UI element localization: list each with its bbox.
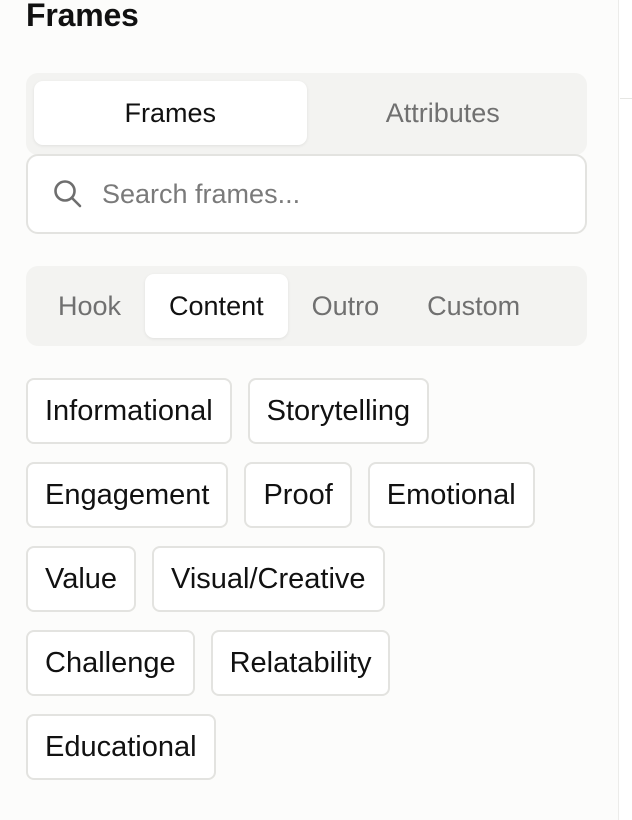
- frame-chip-storytelling[interactable]: Storytelling: [247, 378, 430, 444]
- tab-frames[interactable]: Frames: [34, 81, 307, 145]
- frame-chip-engagement[interactable]: Engagement: [26, 462, 229, 528]
- search-input[interactable]: [100, 177, 544, 211]
- tab-hook[interactable]: Hook: [34, 274, 145, 338]
- frame-chip-challenge[interactable]: Challenge: [26, 630, 195, 696]
- tab-attributes[interactable]: Attributes: [307, 81, 580, 145]
- tab-content-label: Content: [169, 290, 264, 321]
- search-icon: [48, 174, 88, 214]
- tab-attributes-label: Attributes: [385, 97, 500, 128]
- tab-content[interactable]: Content: [145, 274, 288, 338]
- chip-row: Challenge Relatability: [26, 630, 596, 696]
- frame-chip-proof[interactable]: Proof: [244, 462, 352, 528]
- divider: [620, 98, 632, 99]
- frame-chip-educational[interactable]: Educational: [26, 714, 216, 780]
- tab-custom[interactable]: Custom: [403, 274, 544, 338]
- chip-row: Informational Storytelling: [26, 378, 596, 444]
- frames-panel: Frames Frames Attributes Hook Content Ou…: [0, 0, 619, 820]
- frame-chip-list: Informational Storytelling Engagement Pr…: [26, 378, 596, 798]
- chip-row: Value Visual/Creative: [26, 546, 596, 612]
- category-tab-group: Hook Content Outro Custom: [26, 266, 587, 346]
- chip-row: Engagement Proof Emotional: [26, 462, 596, 528]
- frame-chip-emotional[interactable]: Emotional: [367, 462, 535, 528]
- frame-chip-value[interactable]: Value: [26, 546, 137, 612]
- panel-title: Frames: [26, 0, 139, 33]
- tab-custom-label: Custom: [427, 290, 521, 321]
- tab-outro-label: Outro: [311, 290, 380, 321]
- chip-row: Educational: [26, 714, 596, 780]
- tab-hook-label: Hook: [58, 290, 122, 321]
- frame-chip-visual-creative[interactable]: Visual/Creative: [152, 546, 385, 612]
- frame-chip-informational[interactable]: Informational: [26, 378, 232, 444]
- main-tab-group: Frames Attributes: [26, 73, 587, 155]
- tab-outro[interactable]: Outro: [288, 274, 404, 338]
- search-box[interactable]: [26, 154, 587, 234]
- tab-frames-label: Frames: [124, 97, 216, 128]
- frame-chip-relatability[interactable]: Relatability: [210, 630, 391, 696]
